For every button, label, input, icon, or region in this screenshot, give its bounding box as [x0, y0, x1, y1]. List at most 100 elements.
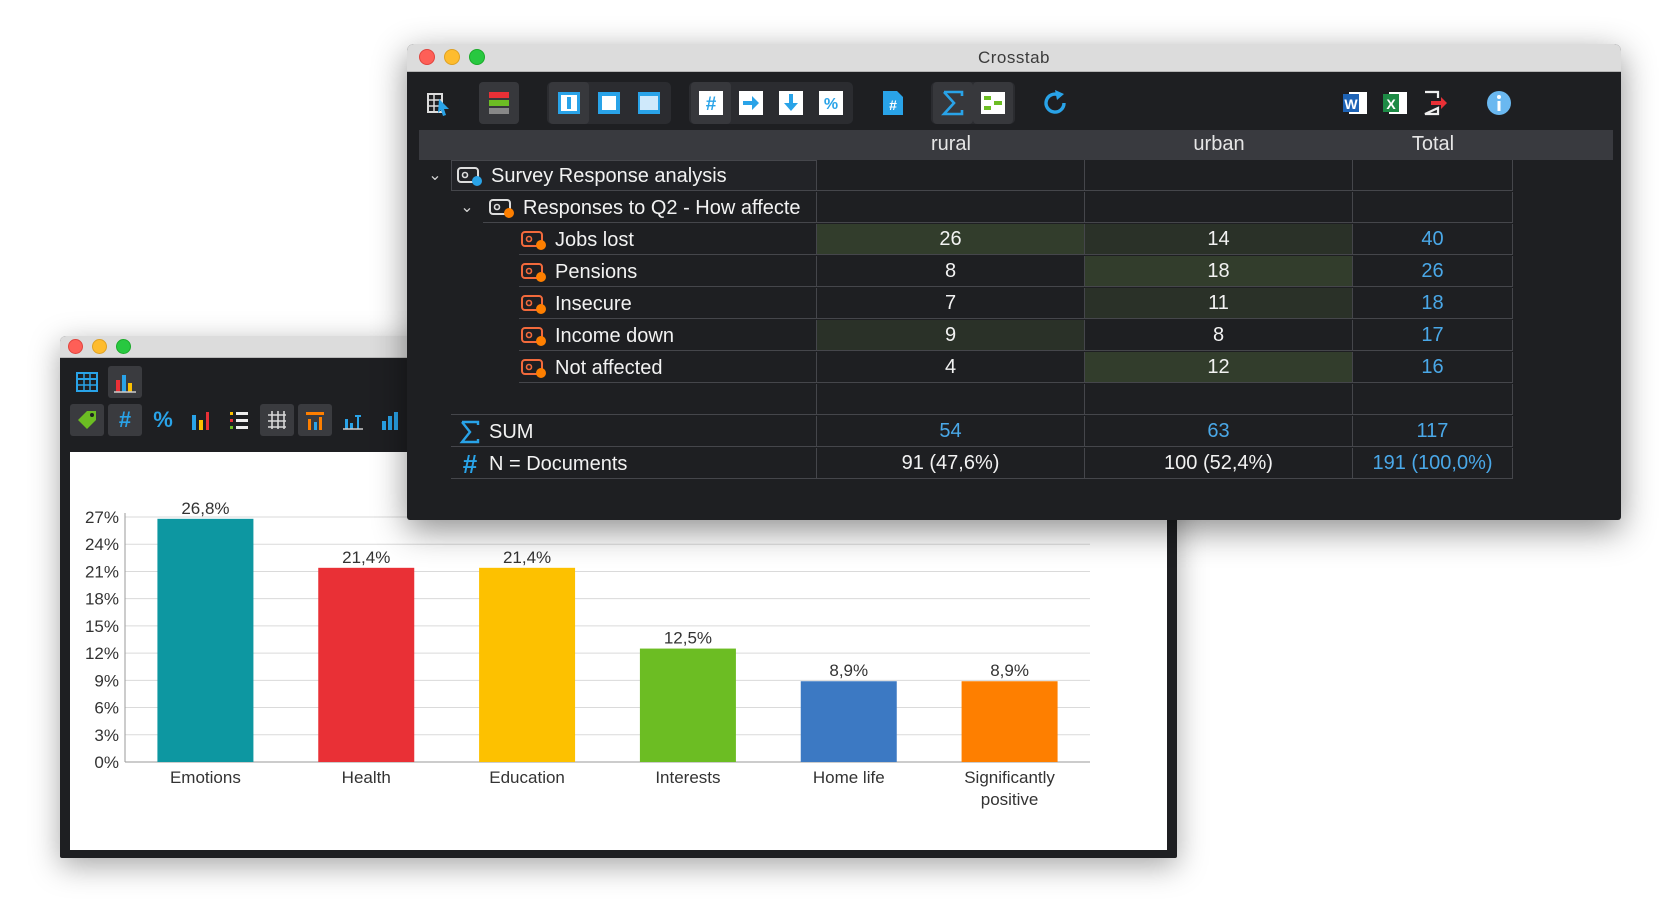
- cell-total[interactable]: 16: [1353, 352, 1513, 383]
- list-button[interactable]: [222, 404, 256, 436]
- table-row[interactable]: Pensions 8 18 26: [419, 256, 1613, 288]
- cell-urban[interactable]: 8: [1085, 320, 1353, 351]
- row-percent-button[interactable]: [731, 82, 771, 124]
- code-icon: [489, 199, 514, 218]
- refresh-button[interactable]: [1035, 82, 1075, 124]
- zoom-button[interactable]: [469, 49, 485, 65]
- code-colors-button[interactable]: [479, 82, 519, 124]
- zoom-button[interactable]: [116, 339, 131, 354]
- y-tick-label: 21%: [85, 562, 119, 581]
- grid-icon: [268, 411, 286, 429]
- table-layout-button[interactable]: [973, 82, 1013, 124]
- x-tick-label: Health: [342, 768, 391, 787]
- table-row[interactable]: Jobs lost 26 14 40: [419, 224, 1613, 256]
- layout-columns-button[interactable]: [549, 82, 589, 124]
- export-icon: [1424, 90, 1447, 116]
- select-codes-button[interactable]: [419, 82, 459, 124]
- tag-button[interactable]: [70, 404, 104, 436]
- sum-row: SUM 54 63 117: [419, 416, 1613, 448]
- y-tick-label: 12%: [85, 644, 119, 663]
- y-tick-label: 0%: [94, 753, 119, 772]
- layout-columns-icon: [558, 92, 580, 114]
- export-word-button[interactable]: W: [1335, 82, 1375, 124]
- cell-rural[interactable]: 26: [817, 224, 1085, 255]
- sigma-icon: [941, 90, 964, 116]
- code-icon: [521, 295, 546, 314]
- document-count-button[interactable]: #: [873, 82, 913, 124]
- bar-axis-button[interactable]: [336, 404, 370, 436]
- export-excel-button[interactable]: X: [1375, 82, 1415, 124]
- close-button[interactable]: [68, 339, 83, 354]
- bar-labels-button[interactable]: [298, 404, 332, 436]
- table-row[interactable]: Not affected 4 12 16: [419, 352, 1613, 384]
- tree-row-root[interactable]: ⌄ Survey Response analysis: [419, 160, 1613, 192]
- select-codes-icon: [427, 93, 449, 116]
- x-tick-label: Emotions: [170, 768, 241, 787]
- cell-urban[interactable]: 12: [1085, 352, 1353, 383]
- export-button[interactable]: [1415, 82, 1455, 124]
- chevron-down-icon[interactable]: ⌄: [425, 160, 445, 192]
- sum-label: SUM: [489, 421, 534, 443]
- minimize-button[interactable]: [444, 49, 460, 65]
- close-button[interactable]: [419, 49, 435, 65]
- bar-chart-icon: [114, 375, 136, 393]
- bar-chart-icon: [382, 412, 398, 430]
- layout-full-button[interactable]: [629, 82, 669, 124]
- list-icon: [230, 412, 248, 429]
- sum-button[interactable]: [933, 82, 973, 124]
- absolute-counts-button[interactable]: #: [691, 82, 731, 124]
- bar: [479, 567, 576, 762]
- table-row[interactable]: Income down 9 8 17: [419, 320, 1613, 352]
- grid-button[interactable]: [260, 404, 294, 436]
- percent-button[interactable]: %: [146, 404, 180, 436]
- cell-rural[interactable]: 4: [817, 352, 1085, 383]
- cell-rural[interactable]: 8: [817, 256, 1085, 287]
- minimize-button[interactable]: [92, 339, 107, 354]
- crosstab-window: Crosstab # % # W X rural urban Total ⌄ S…: [407, 44, 1621, 520]
- y-tick-label: 24%: [85, 535, 119, 554]
- layout-rows-button[interactable]: [589, 82, 629, 124]
- ndocs-total: 191 (100,0%): [1353, 448, 1513, 479]
- svg-text:#: #: [463, 452, 478, 476]
- cell-rural[interactable]: 9: [817, 320, 1085, 351]
- column-header-rural: rural: [930, 133, 971, 155]
- table-view-button[interactable]: [70, 366, 104, 398]
- row-label: Insecure: [555, 293, 632, 315]
- column-percent-button[interactable]: [771, 82, 811, 124]
- svg-text:#: #: [706, 94, 717, 115]
- bar: [157, 518, 254, 762]
- refresh-icon: [1044, 90, 1066, 114]
- table-row[interactable]: Insecure 7 11 18: [419, 288, 1613, 320]
- cell-total[interactable]: 17: [1353, 320, 1513, 351]
- bar-axis-icon: [343, 415, 363, 430]
- chevron-down-icon[interactable]: ⌄: [457, 192, 477, 224]
- total-percent-button[interactable]: %: [811, 82, 851, 124]
- hash-button[interactable]: #: [108, 404, 142, 436]
- code-icon: [521, 327, 546, 346]
- data-label: 8,9%: [990, 661, 1029, 680]
- window-controls: [68, 339, 131, 354]
- row-label: Income down: [555, 325, 674, 347]
- stacked-bars-button[interactable]: [184, 404, 218, 436]
- cell-urban[interactable]: 18: [1085, 256, 1353, 287]
- row-label: Jobs lost: [555, 229, 634, 251]
- bar-chart-button[interactable]: [374, 404, 408, 436]
- chart-view-button[interactable]: [108, 366, 142, 398]
- cell-total[interactable]: 18: [1353, 288, 1513, 319]
- tree-row-sub[interactable]: ⌄ Responses to Q2 - How affecte: [419, 192, 1613, 224]
- cell-total[interactable]: 26: [1353, 256, 1513, 287]
- cell-urban[interactable]: 14: [1085, 224, 1353, 255]
- crosstab-table: rural urban Total ⌄ Survey Response anal…: [419, 130, 1613, 480]
- cell-total[interactable]: 40: [1353, 224, 1513, 255]
- cell-rural[interactable]: 7: [817, 288, 1085, 319]
- ndocs-row: # N = Documents 91 (47,6%) 100 (52,4%) 1…: [419, 448, 1613, 480]
- chart-view-toolbar: [70, 366, 142, 398]
- crosstab-toolbar: # % # W X: [407, 76, 1621, 134]
- x-tick-label: Home life: [813, 768, 885, 787]
- data-label: 12,5%: [664, 629, 712, 648]
- svg-text:%: %: [824, 96, 838, 113]
- info-button[interactable]: [1479, 82, 1519, 124]
- hash-icon: #: [463, 452, 478, 476]
- cell-urban[interactable]: 11: [1085, 288, 1353, 319]
- svg-text:#: #: [889, 97, 897, 113]
